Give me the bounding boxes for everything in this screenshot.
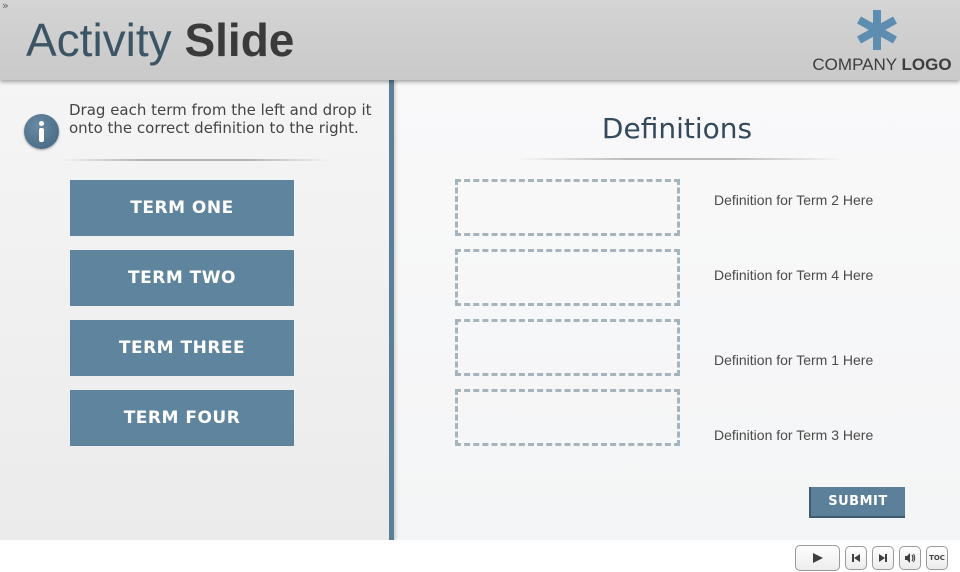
definition-text: Definition for Term 1 Here (714, 352, 874, 368)
panel-divider (389, 80, 394, 540)
term-one-draggable[interactable]: TERM ONE (70, 180, 294, 236)
logo-text-regular: COMPANY (812, 55, 897, 74)
term-four-draggable[interactable]: TERM FOUR (70, 390, 294, 446)
drop-target-2[interactable] (455, 249, 680, 306)
title-bold: Slide (184, 14, 295, 66)
logo-text: COMPANY LOGO (812, 55, 952, 75)
volume-icon (905, 553, 916, 563)
audio-button[interactable] (899, 546, 921, 570)
page-title: Activity Slide (26, 12, 294, 68)
company-logo: COMPANY LOGO (812, 6, 952, 76)
term-two-draggable[interactable]: TERM TWO (70, 250, 294, 306)
instructions-divider (60, 159, 330, 161)
asterisk-icon (857, 10, 897, 50)
instructions-text: Drag each term from the left and drop it… (69, 101, 372, 137)
play-button[interactable] (795, 545, 840, 571)
term-three-draggable[interactable]: TERM THREE (70, 320, 294, 376)
drop-target-1[interactable] (455, 179, 680, 236)
previous-slide-button[interactable] (845, 546, 867, 570)
slide: » Activity Slide COMPANY LOGO Drag each … (0, 0, 960, 540)
definitions-divider (515, 158, 845, 160)
play-icon (812, 553, 823, 563)
definitions-title: Definitions (601, 112, 753, 145)
double-chevron-right-icon[interactable]: » (2, 0, 16, 14)
info-icon (24, 114, 59, 149)
next-slide-icon (879, 554, 887, 562)
header: » Activity Slide COMPANY LOGO (0, 0, 960, 80)
title-light: Activity (26, 14, 172, 66)
definition-text: Definition for Term 4 Here (714, 267, 874, 283)
logo-text-bold: LOGO (901, 55, 952, 74)
drop-target-4[interactable] (455, 389, 680, 446)
previous-slide-icon (852, 554, 860, 562)
definition-text: Definition for Term 2 Here (714, 192, 874, 208)
next-slide-button[interactable] (872, 546, 894, 570)
definitions-panel (394, 80, 960, 540)
drop-target-3[interactable] (455, 319, 680, 376)
definition-text: Definition for Term 3 Here (714, 427, 874, 443)
submit-button[interactable]: SUBMIT (809, 487, 905, 518)
terms-panel (0, 80, 389, 540)
toc-button[interactable]: TOC (926, 546, 948, 570)
